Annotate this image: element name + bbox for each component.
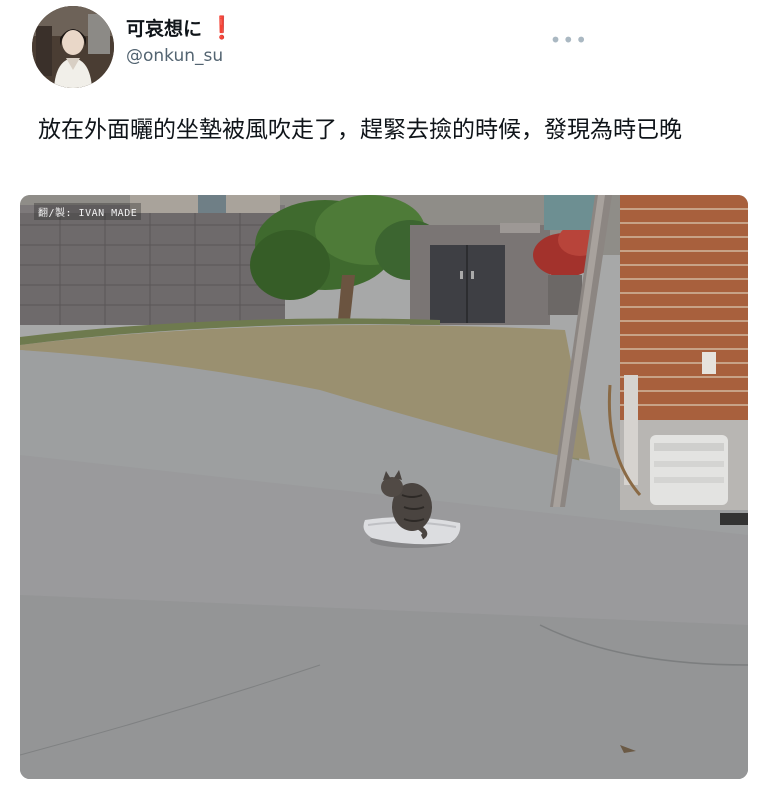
user-handle[interactable]: @onkun_su [126, 44, 235, 68]
display-name[interactable]: 可哀想に [126, 16, 202, 42]
tweet-text: 放在外面曬的坐墊被風吹走了，趕緊去撿的時候，發現為時已晚 [38, 117, 682, 143]
tweet-header: 可哀想に ❗ @onkun_su ••• [32, 6, 738, 88]
more-options-icon[interactable]: ••• [550, 28, 588, 52]
block-wall [20, 205, 285, 325]
exclamation-icon: ❗ [208, 16, 236, 41]
tweet-photo[interactable]: 翻/製: IVAN MADE [20, 195, 748, 779]
photo-scene [20, 195, 748, 779]
avatar-photo [32, 6, 114, 88]
watermark: 翻/製: IVAN MADE [34, 203, 142, 220]
avatar[interactable] [32, 6, 114, 88]
